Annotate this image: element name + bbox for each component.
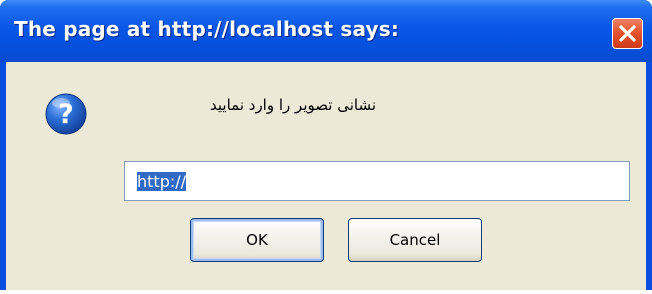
prompt-message: نشانی تصویر را وارد نمایید <box>210 96 376 114</box>
url-input[interactable] <box>124 161 630 201</box>
dialog-title: The page at http://localhost says: <box>14 17 400 41</box>
close-button[interactable] <box>612 18 643 49</box>
svg-text:?: ? <box>58 99 74 130</box>
dialog-body: ? نشانی تصویر را وارد نمایید OK Cancel <box>6 62 646 290</box>
prompt-dialog: The page at http://localhost says: ? نشا… <box>0 0 652 290</box>
cancel-button[interactable]: Cancel <box>348 218 482 262</box>
ok-button[interactable]: OK <box>190 218 324 262</box>
close-icon <box>619 25 636 42</box>
title-bar[interactable]: The page at http://localhost says: <box>0 0 652 62</box>
page-background <box>0 290 652 294</box>
question-icon: ? <box>45 93 87 135</box>
